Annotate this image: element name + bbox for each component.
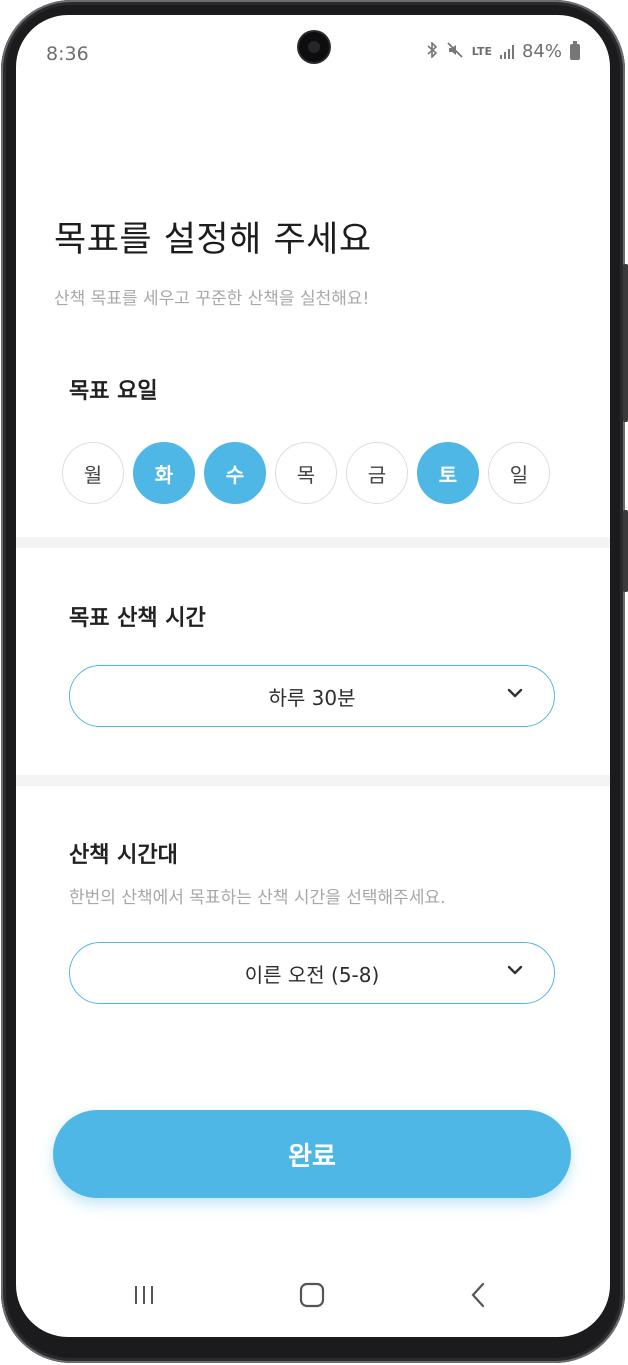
volume-button [623,264,628,422]
day-toggle-fri[interactable]: 금 [346,442,408,504]
done-button[interactable]: 완료 [53,1110,571,1198]
battery-icon [570,40,580,60]
done-button-label: 완료 [288,1141,336,1172]
walk-duration-value: 하루 30분 [268,685,356,710]
day-toggle-tue[interactable]: 화 [133,442,195,504]
chevron-down-icon [506,961,524,979]
page-subtitle: 산책 목표를 세우고 꾸준한 산책을 실천해요! [54,289,370,309]
network-type: LTE [471,45,492,58]
status-icons: LTE 84% [426,40,580,62]
front-camera [299,32,329,62]
status-time: 8:36 [46,43,89,65]
day-toggle-sat[interactable]: 토 [417,442,479,504]
day-toggle-mon[interactable]: 월 [62,442,124,504]
back-icon[interactable] [458,1275,498,1315]
walk-time-slot-label: 산책 시간대 [69,843,178,868]
walk-duration-select[interactable]: 하루 30분 [69,665,555,727]
system-nav-bar [16,1265,610,1325]
walk-time-slot-select[interactable]: 이른 오전 (5-8) [69,942,555,1004]
day-selector: 월 화 수 목 금 토 일 [62,442,550,504]
walk-time-slot-value: 이른 오전 (5-8) [244,962,380,987]
battery-percent: 84% [521,41,562,62]
recent-apps-icon[interactable] [124,1275,164,1315]
walk-time-slot-hint: 한번의 산책에서 목표하는 산책 시간을 선택해주세요. [69,888,446,908]
home-icon[interactable] [292,1275,332,1315]
mute-icon [446,42,464,61]
section-divider [16,537,610,548]
section-divider [16,775,610,786]
phone-frame: 8:36 LTE 84% 목표를 설정해 주세요 산책 목표를 세우고 꾸준한 … [1,0,628,1363]
walk-duration-label: 목표 산책 시간 [69,606,206,631]
screen: 8:36 LTE 84% 목표를 설정해 주세요 산책 목표를 세우고 꾸준한 … [16,15,610,1337]
page-title: 목표를 설정해 주세요 [54,220,372,260]
chevron-down-icon [506,684,524,702]
day-toggle-thu[interactable]: 목 [275,442,337,504]
day-toggle-wed[interactable]: 수 [204,442,266,504]
day-toggle-sun[interactable]: 일 [488,442,550,504]
goal-days-label: 목표 요일 [69,379,158,404]
bluetooth-icon [426,41,438,61]
signal-icon [499,44,514,59]
power-button [623,510,628,592]
